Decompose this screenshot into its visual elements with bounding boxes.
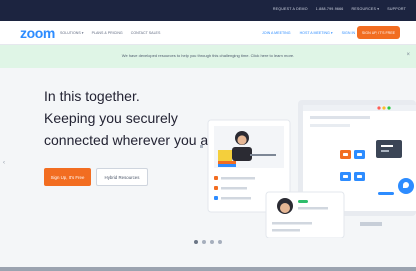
solutions-menu[interactable]: SOLUTIONS ▾ [60, 31, 84, 35]
contact-sales-link[interactable]: CONTACT SALES [131, 31, 161, 35]
host-meeting-menu[interactable]: HOST A MEETING ▾ [300, 31, 333, 35]
carousel-pagination [194, 240, 222, 244]
hero-headline-line-3: connected wherever you are. [44, 132, 225, 148]
close-icon[interactable]: × [406, 52, 410, 58]
carousel-dot[interactable] [194, 240, 198, 244]
join-meeting-link[interactable]: JOIN A MEETING [262, 31, 291, 35]
bottom-edge-strip [0, 267, 416, 271]
profile-card-illustration [265, 191, 345, 238]
hero-section: ‹ In this together. Keeping you securely… [0, 68, 416, 271]
hybrid-resources-button[interactable]: Hybrid Resources [96, 168, 148, 186]
hero-headline-line-2: Keeping you securely [44, 110, 178, 126]
support-link[interactable]: SUPPORT [387, 7, 406, 11]
carousel-dot[interactable] [202, 240, 206, 244]
signup-free-button[interactable]: SIGN UP, IT'S FREE [357, 26, 400, 39]
plans-pricing-link[interactable]: PLANS & PRICING [92, 31, 123, 35]
phone-number-link[interactable]: 1.888.799.9666 [316, 7, 344, 11]
chat-icon[interactable] [398, 178, 414, 194]
main-navigation: zoom SOLUTIONS ▾ PLANS & PRICING CONTACT… [0, 21, 416, 45]
hero-headline-line-1: In this together. [44, 88, 140, 104]
top-utility-bar: REQUEST A DEMO 1.888.799.9666 RESOURCES … [0, 0, 416, 21]
zoom-logo[interactable]: zoom [20, 25, 55, 41]
nav-left-links: SOLUTIONS ▾ PLANS & PRICING CONTACT SALE… [60, 31, 160, 35]
resources-menu[interactable]: RESOURCES ▾ [352, 7, 380, 11]
sign-in-link[interactable]: SIGN IN [342, 31, 355, 35]
request-demo-link[interactable]: REQUEST A DEMO [273, 7, 308, 11]
announcement-banner: We have developed resources to help you … [0, 45, 416, 68]
carousel-dot[interactable] [210, 240, 214, 244]
nav-right-links: JOIN A MEETING HOST A MEETING ▾ SIGN IN [262, 31, 355, 35]
top-utility-links: REQUEST A DEMO 1.888.799.9666 RESOURCES … [273, 7, 406, 11]
hero-illustration [200, 100, 416, 238]
hero-signup-button[interactable]: Sign Up, It's Free [44, 168, 91, 186]
chevron-left-icon[interactable]: ‹ [3, 160, 5, 166]
carousel-dot[interactable] [218, 240, 222, 244]
banner-text[interactable]: We have developed resources to help you … [0, 53, 416, 58]
